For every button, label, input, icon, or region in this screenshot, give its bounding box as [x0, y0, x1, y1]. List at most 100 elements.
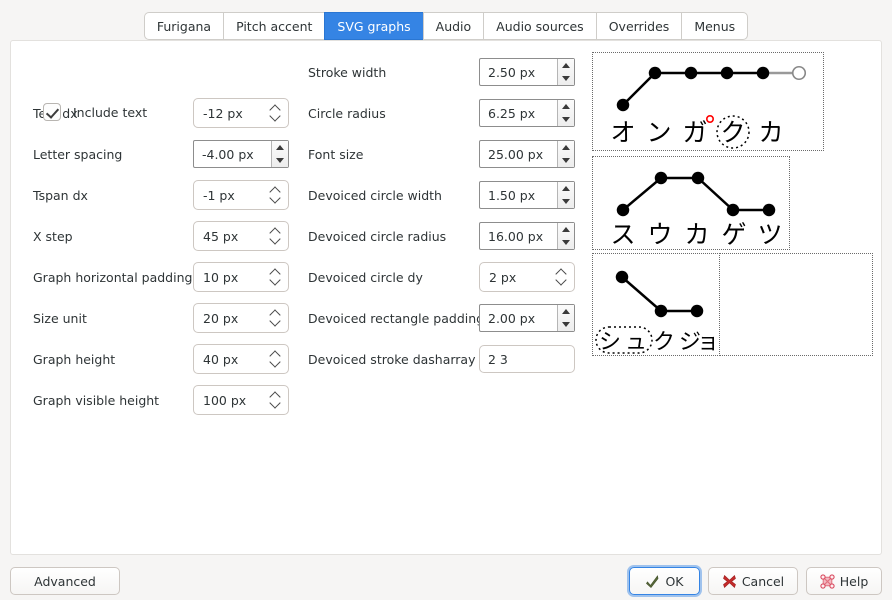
pitch-graph-shukujo: シ ュ ク ジ ョ — [593, 254, 719, 355]
chevron-down-icon[interactable] — [558, 236, 574, 249]
text-dx-stepper[interactable] — [266, 98, 286, 128]
graph-horizontal-padding-spinbox[interactable]: 10 px — [193, 262, 289, 292]
svg-text:ガ: ガ — [682, 118, 707, 147]
resize-nodes-icon — [820, 574, 835, 589]
svg-text:ン: ン — [646, 118, 671, 147]
devoiced-circle-dy-stepper[interactable] — [552, 262, 572, 292]
tab-overrides[interactable]: Overrides — [596, 12, 682, 40]
tab-pitch-accent[interactable]: Pitch accent — [223, 12, 324, 40]
text-dx-spinbox[interactable]: -12 px — [193, 98, 289, 128]
devoiced-circle-dy-spinbox[interactable]: 2 px — [479, 262, 575, 292]
devoiced-circle-dy-label: Devoiced circle dy — [308, 262, 423, 292]
include-text-checkbox[interactable]: Include text — [43, 101, 147, 123]
chevron-up-icon[interactable] — [558, 305, 574, 318]
chevron-down-icon[interactable] — [558, 72, 574, 85]
graph-height-label: Graph height — [33, 344, 115, 374]
svg-text:ス: ス — [610, 220, 635, 249]
graph-height-value: 40 px — [194, 352, 266, 367]
graph-visible-height-control: 100 px — [193, 385, 289, 415]
circle-radius-spinbox[interactable]: 6.25 px — [479, 99, 575, 127]
devoiced-circle-radius-label: Devoiced circle radius — [308, 221, 446, 251]
devoiced-circle-radius-control: 16.00 px — [479, 221, 575, 251]
devoiced-stroke-dasharray-input[interactable]: 2 3 — [479, 345, 575, 373]
chevron-down-icon[interactable] — [558, 154, 574, 167]
letter-spacing-control: -4.00 px — [193, 139, 289, 169]
tab-label: Pitch accent — [236, 19, 312, 34]
chevron-down-icon[interactable] — [558, 318, 574, 331]
letter-spacing-stepper[interactable] — [271, 141, 288, 167]
graph-visible-height-stepper[interactable] — [266, 385, 286, 415]
chevron-up-icon[interactable] — [558, 223, 574, 236]
size-unit-spinbox[interactable]: 20 px — [193, 303, 289, 333]
devoiced-circle-radius-stepper[interactable] — [557, 223, 574, 249]
stroke-width-label: Stroke width — [308, 57, 386, 87]
tab-audio-sources[interactable]: Audio sources — [483, 12, 596, 40]
chevron-up-icon[interactable] — [558, 59, 574, 72]
chevron-down-icon[interactable] — [272, 154, 288, 167]
pitch-graph-suukagetsu: ス ウ カ ゲ ツ — [593, 157, 789, 249]
chevron-down-icon[interactable] — [558, 195, 574, 208]
advanced-button-label: Advanced — [34, 574, 96, 589]
devoiced-rectangle-padding-stepper[interactable] — [557, 305, 574, 331]
circle-radius-label: Circle radius — [308, 98, 386, 128]
cancel-button[interactable]: Cancel — [708, 567, 798, 595]
help-button[interactable]: Help — [806, 567, 882, 595]
devoiced-circle-width-stepper[interactable] — [557, 182, 574, 208]
graph-height-control: 40 px — [193, 344, 289, 374]
tab-audio[interactable]: Audio — [423, 12, 484, 40]
svg-text:ク: ク — [653, 330, 675, 355]
svg-text:ツ: ツ — [757, 220, 782, 249]
tspan-dx-stepper[interactable] — [266, 180, 286, 210]
cancel-button-label: Cancel — [742, 574, 784, 589]
devoiced-stroke-dasharray-control: 2 3 — [479, 344, 575, 374]
tab-label: Audio — [436, 19, 472, 34]
size-unit-stepper[interactable] — [266, 303, 286, 333]
letter-spacing-label: Letter spacing — [33, 139, 122, 169]
settings-content-panel: Text dx-12 pxLetter spacing-4.00 pxTspan… — [10, 40, 882, 555]
font-size-stepper[interactable] — [557, 141, 574, 167]
devoiced-stroke-dasharray-label: Devoiced stroke dasharray — [308, 344, 476, 374]
graph-height-spinbox[interactable]: 40 px — [193, 344, 289, 374]
circle-radius-stepper[interactable] — [557, 100, 574, 126]
chevron-up-icon[interactable] — [558, 100, 574, 113]
tab-menus[interactable]: Menus — [681, 12, 748, 40]
text-dx-control: -12 px — [193, 98, 289, 128]
tab-furigana[interactable]: Furigana — [144, 12, 223, 40]
graph-visible-height-spinbox[interactable]: 100 px — [193, 385, 289, 415]
graph-horizontal-padding-value: 10 px — [194, 270, 266, 285]
graph-visible-height-label: Graph visible height — [33, 385, 159, 415]
devoiced-circle-dy-value: 2 px — [480, 270, 552, 285]
devoiced-rectangle-padding-spinbox[interactable]: 2.00 px — [479, 304, 575, 332]
preview-ongakuka: オ ン ガ ク カ — [592, 52, 824, 151]
devoiced-circle-width-spinbox[interactable]: 1.50 px — [479, 181, 575, 209]
graph-horizontal-padding-control: 10 px — [193, 262, 289, 292]
graph-height-stepper[interactable] — [266, 344, 286, 374]
help-button-label: Help — [840, 574, 869, 589]
chevron-down-icon[interactable] — [558, 113, 574, 126]
tab-svg-graphs[interactable]: SVG graphs — [324, 12, 422, 40]
ok-button-label: OK — [665, 574, 683, 589]
advanced-button[interactable]: Advanced — [10, 567, 120, 595]
chevron-up-icon[interactable] — [558, 182, 574, 195]
tspan-dx-label: Tspan dx — [33, 180, 88, 210]
chevron-up-icon[interactable] — [272, 141, 288, 154]
x-step-stepper[interactable] — [266, 221, 286, 251]
circle-radius-control: 6.25 px — [479, 98, 575, 128]
stroke-width-stepper[interactable] — [557, 59, 574, 85]
tspan-dx-spinbox[interactable]: -1 px — [193, 180, 289, 210]
chevron-up-icon[interactable] — [558, 141, 574, 154]
x-step-spinbox[interactable]: 45 px — [193, 221, 289, 251]
size-unit-control: 20 px — [193, 303, 289, 333]
settings-dialog: Furigana Pitch accent SVG graphs Audio Audio… — [0, 0, 892, 600]
tab-label: Overrides — [609, 19, 670, 34]
stroke-width-spinbox[interactable]: 2.50 px — [479, 58, 575, 86]
letter-spacing-spinbox[interactable]: -4.00 px — [193, 140, 289, 168]
devoiced-circle-radius-spinbox[interactable]: 16.00 px — [479, 222, 575, 250]
tab-strip: Furigana Pitch accent SVG graphs Audio Audio… — [144, 10, 748, 40]
svg-text:シ: シ — [599, 330, 621, 355]
font-size-spinbox[interactable]: 25.00 px — [479, 140, 575, 168]
graph-horizontal-padding-label: Graph horizontal padding — [33, 262, 192, 292]
ok-button[interactable]: OK — [629, 567, 700, 595]
devoiced-circle-radius-value: 16.00 px — [480, 223, 557, 249]
graph-horizontal-padding-stepper[interactable] — [266, 262, 286, 292]
